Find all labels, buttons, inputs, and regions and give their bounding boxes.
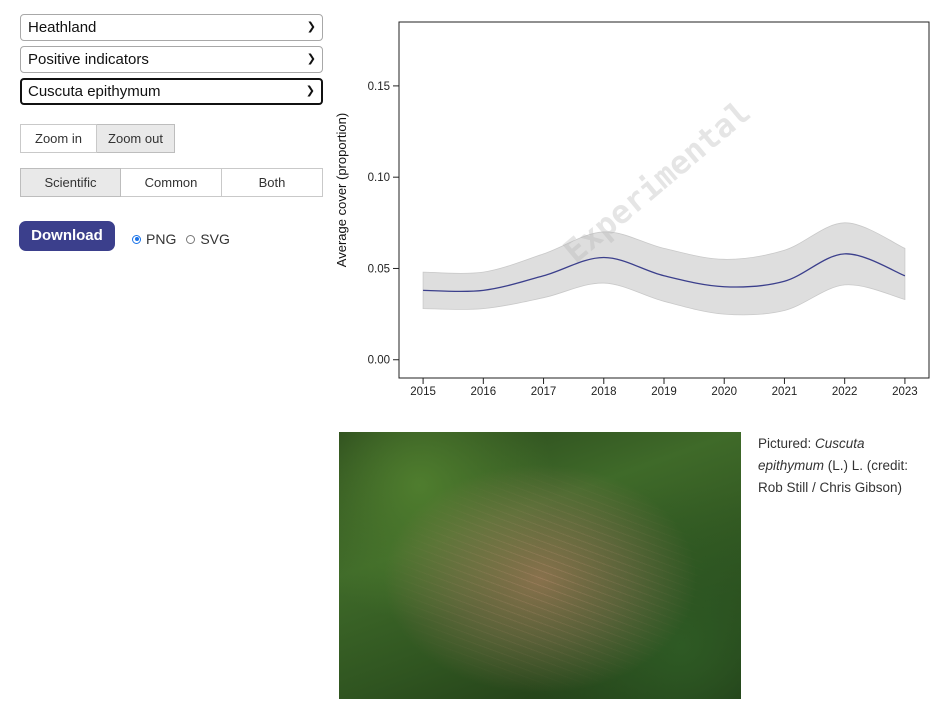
download-button[interactable]: Download [19, 221, 115, 251]
scientific-name-button[interactable]: Scientific [20, 168, 121, 197]
x-tick-label: 2015 [410, 386, 436, 398]
x-tick-label: 2018 [591, 386, 617, 398]
svg-radio-label[interactable]: SVG [200, 231, 230, 247]
y-tick-label: 0.00 [368, 355, 390, 367]
photo-caption: Pictured: Cuscuta epithymum (L.) L. (cre… [758, 433, 933, 499]
png-radio[interactable] [132, 234, 141, 244]
indicator-select-value: Positive indicators [28, 51, 149, 68]
x-tick-label: 2023 [892, 386, 918, 398]
zoom-in-button[interactable]: Zoom in [20, 124, 97, 153]
x-tick-label: 2022 [832, 386, 858, 398]
trend-chart: Experimental 2015 2016 2017 2018 2019 2020 2021… [334, 21, 930, 398]
species-select[interactable]: Cuscuta epithymum ❯ [20, 78, 323, 105]
png-radio-label[interactable]: PNG [146, 231, 176, 247]
habitat-select-value: Heathland [28, 19, 97, 36]
chevron-down-icon: ❯ [306, 53, 316, 65]
experimental-watermark: Experimental [556, 93, 758, 271]
svg-radio[interactable] [186, 234, 196, 244]
y-tick-label: 0.05 [368, 263, 390, 275]
name-type-button-group: Scientific Common Both [20, 168, 323, 197]
x-tick-label: 2017 [531, 386, 557, 398]
y-axis-label: Average cover (proportion) [334, 113, 349, 267]
x-tick-label: 2021 [772, 386, 798, 398]
species-select-value: Cuscuta epithymum [28, 83, 161, 100]
confidence-band [422, 222, 906, 316]
x-tick-label: 2020 [711, 386, 737, 398]
species-photo [339, 432, 741, 699]
habitat-select[interactable]: Heathland ❯ [20, 14, 323, 41]
y-tick-label: 0.10 [368, 172, 390, 184]
format-radio-group: PNG SVG [132, 231, 240, 247]
chevron-down-icon: ❯ [305, 85, 315, 97]
common-name-button[interactable]: Common [121, 168, 222, 197]
indicator-select[interactable]: Positive indicators ❯ [20, 46, 323, 73]
x-tick-label: 2019 [651, 386, 677, 398]
zoom-button-group: Zoom in Zoom out [20, 124, 175, 153]
chevron-down-icon: ❯ [306, 21, 316, 33]
caption-prefix: Pictured: [758, 436, 816, 451]
plot-area: Experimental 2015 2016 2017 2018 2019 2020 2021… [334, 21, 930, 398]
both-names-button[interactable]: Both [222, 168, 323, 197]
y-tick-label: 0.15 [368, 81, 390, 93]
zoom-out-button[interactable]: Zoom out [97, 124, 175, 153]
x-tick-label: 2016 [471, 386, 497, 398]
